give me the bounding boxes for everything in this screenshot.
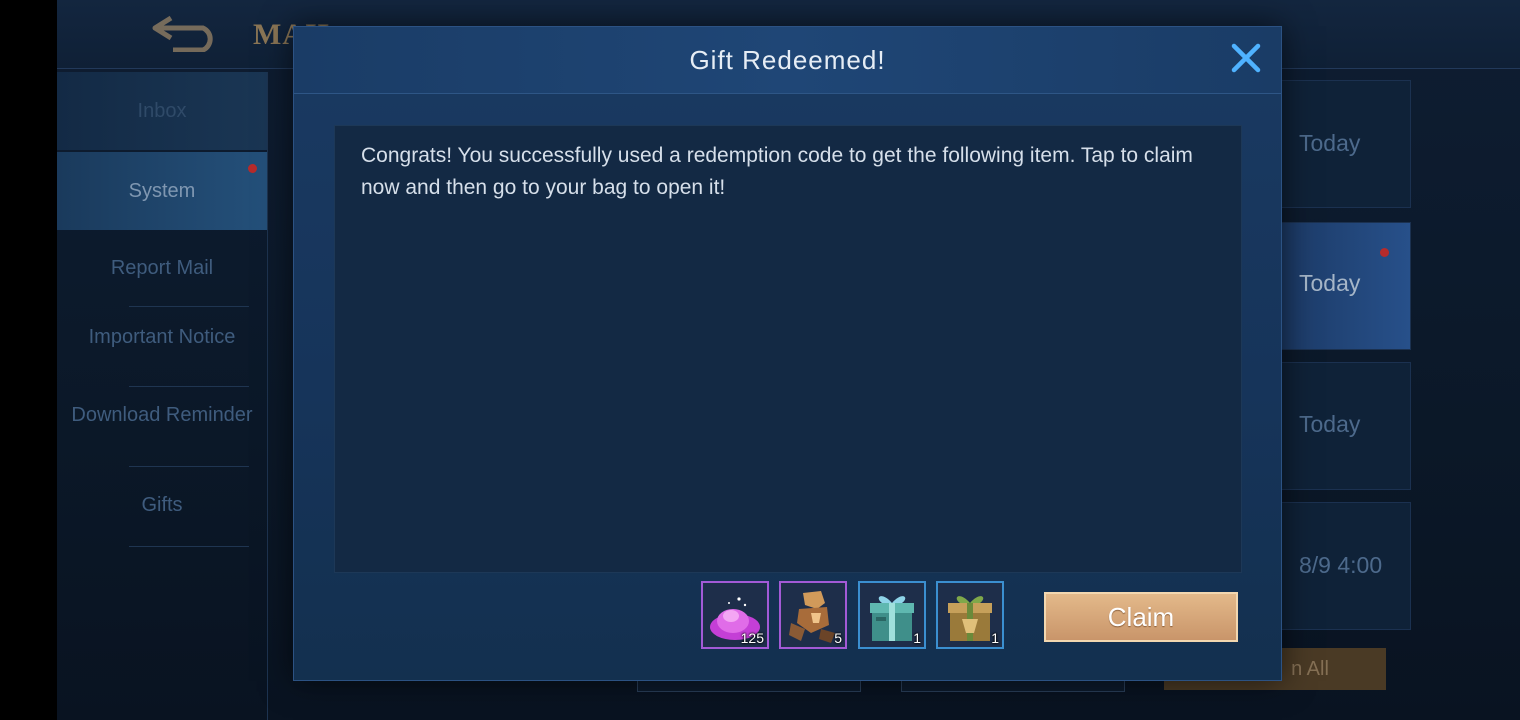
item-count: 125 xyxy=(740,630,764,646)
divider xyxy=(129,306,249,307)
reward-item[interactable]: 1 xyxy=(858,581,926,649)
notification-dot xyxy=(1380,248,1389,257)
item-count: 1 xyxy=(991,630,999,646)
item-count: 5 xyxy=(834,630,842,646)
sidebar-item-important-notice[interactable]: Important Notice xyxy=(67,326,257,348)
notification-dot xyxy=(248,164,257,173)
sidebar-item-inbox[interactable]: Inbox xyxy=(57,72,267,150)
message-text: Congrats! You successfully used a redemp… xyxy=(361,144,1193,199)
divider xyxy=(129,466,249,467)
mail-sidebar: Inbox System Report Mail Important Notic… xyxy=(57,72,268,720)
divider xyxy=(129,386,249,387)
item-count: 1 xyxy=(913,630,921,646)
dialog-title: Gift Redeemed! xyxy=(689,45,886,75)
sidebar-item-report-mail[interactable]: Report Mail xyxy=(57,257,267,279)
gift-redeemed-dialog: Gift Redeemed! Congrats! You successfull… xyxy=(293,26,1282,681)
sidebar-item-gifts[interactable]: Gifts xyxy=(57,494,267,516)
sidebar-item-system[interactable]: System xyxy=(57,152,267,230)
mail-date: Today xyxy=(1299,130,1361,156)
message-panel: Congrats! You successfully used a redemp… xyxy=(334,125,1242,573)
back-arrow-icon[interactable] xyxy=(149,12,221,52)
sidebar-item-download-reminder[interactable]: Download Reminder xyxy=(67,404,257,426)
reward-item[interactable]: 5 xyxy=(779,581,847,649)
divider xyxy=(129,546,249,547)
dialog-header: Gift Redeemed! xyxy=(294,27,1281,94)
mail-date: 8/9 4:00 xyxy=(1299,552,1383,578)
mail-date: Today xyxy=(1299,411,1361,437)
reward-item[interactable]: 1 xyxy=(936,581,1004,649)
reward-item[interactable]: 125 xyxy=(701,581,769,649)
close-icon[interactable] xyxy=(1229,41,1263,75)
claim-button[interactable]: Claim xyxy=(1044,592,1238,642)
mail-date: Today xyxy=(1299,270,1361,296)
